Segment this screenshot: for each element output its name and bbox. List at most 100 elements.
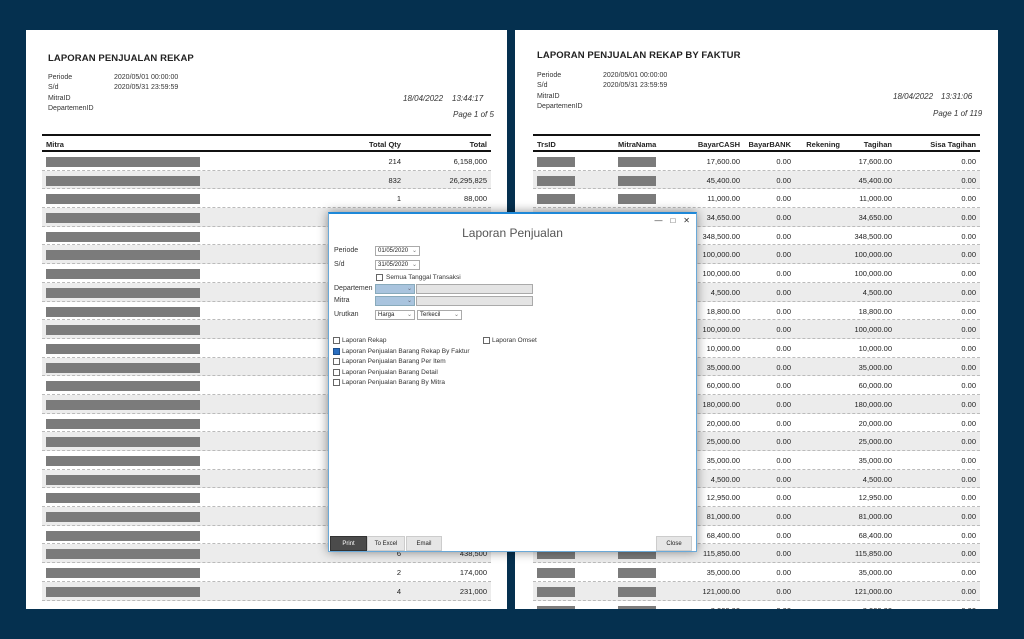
bayarbank-cell: 0.00 <box>776 287 791 297</box>
bayarcash-cell: 35,000.00 <box>706 568 740 578</box>
report-option-checkbox[interactable] <box>333 347 340 355</box>
sisa-tagihan-cell: 0.00 <box>961 418 976 428</box>
report-option-label: Laporan Penjualan Barang Rekap By Faktur <box>342 347 470 355</box>
tagihan-cell: 60,000.00 <box>858 381 892 391</box>
mitra-name-field <box>416 296 533 306</box>
total-qty-cell: 2 <box>396 568 401 578</box>
periode-label: Periode <box>334 247 359 254</box>
all-dates-checkbox[interactable] <box>376 274 383 281</box>
tagihan-cell: 45,400.00 <box>858 175 892 185</box>
sisa-tagihan-cell: 0.00 <box>961 586 976 596</box>
redacted-mitranama <box>618 605 656 609</box>
sisa-tagihan-cell: 0.00 <box>961 194 976 204</box>
meta-label: MitraID <box>537 93 560 100</box>
total-cell: 88,000 <box>464 194 487 204</box>
chevron-down-icon: ⌄ <box>453 312 459 318</box>
tagihan-cell: 100,000.00 <box>854 325 892 335</box>
tagihan-cell: 34,650.00 <box>858 213 892 223</box>
sisa-tagihan-cell: 0.00 <box>961 456 976 465</box>
redacted-mitranama <box>618 568 656 579</box>
redacted-trsid <box>537 194 575 205</box>
bayarbank-cell: 0.00 <box>776 325 791 335</box>
bayarcash-cell: 100,000.00 <box>702 325 740 335</box>
bayarcash-cell: 35,000.00 <box>706 456 740 465</box>
close-icon[interactable]: ✕ <box>683 216 690 225</box>
col-total: Total <box>469 140 487 149</box>
bayarcash-cell: 348,500.00 <box>702 231 740 241</box>
bayarcash-cell: 8,000.00 <box>711 606 740 610</box>
redacted-mitranama <box>618 194 656 205</box>
tagihan-cell: 115,850.00 <box>855 549 892 559</box>
redacted-mitra-name <box>46 418 200 429</box>
bayarbank-cell: 0.00 <box>776 231 791 241</box>
tagihan-cell: 17,600.00 <box>858 157 892 166</box>
redacted-mitra-name <box>46 362 200 373</box>
bayarbank-cell: 0.00 <box>776 250 791 260</box>
laporan-omset-checkbox[interactable] <box>483 337 490 344</box>
redacted-mitra-name <box>46 194 200 205</box>
bayarbank-cell: 0.00 <box>776 213 791 223</box>
minimize-icon[interactable]: — <box>654 216 662 225</box>
bayarbank-cell: 0.00 <box>776 343 791 353</box>
report-time: 13:44:17 <box>452 94 484 103</box>
bayarcash-cell: 12,950.00 <box>706 493 740 503</box>
tagihan-cell: 121,000.00 <box>854 586 892 596</box>
tagihan-cell: 35,000.00 <box>858 362 892 372</box>
order-value: Terkecil <box>420 312 441 318</box>
sisa-tagihan-cell: 0.00 <box>961 287 976 297</box>
sisa-tagihan-cell: 0.00 <box>961 325 976 335</box>
total-qty-cell: 1 <box>396 194 401 204</box>
tagihan-cell: 81,000.00 <box>858 512 892 522</box>
close-button[interactable]: Close <box>656 536 692 551</box>
bayarcash-cell: 68,400.00 <box>706 530 740 540</box>
bayarbank-cell: 0.00 <box>776 606 791 610</box>
all-dates-label: Semua Tanggal Transaksi <box>386 274 461 281</box>
print-button[interactable]: Print <box>330 536 367 551</box>
bayarcash-cell: 35,000.00 <box>706 362 740 372</box>
table-row: 45,400.00 0.00 45,400.00 0.00 <box>533 170 980 190</box>
redacted-mitra-name <box>46 157 200 167</box>
redacted-mitra-name <box>46 325 200 336</box>
tagihan-cell: 25,000.00 <box>858 437 892 447</box>
sisa-tagihan-cell: 0.00 <box>961 175 976 185</box>
tagihan-cell: 4,500.00 <box>862 287 892 297</box>
bayarbank-cell: 0.00 <box>776 399 791 409</box>
redacted-trsid <box>537 605 575 609</box>
bayarbank-cell: 0.00 <box>776 175 791 185</box>
report-date: 18/04/2022 <box>403 94 444 103</box>
departemen-select[interactable]: ⌄ <box>375 284 415 294</box>
sisa-tagihan-cell: 0.00 <box>961 269 976 279</box>
periode-date-picker[interactable]: 01/05/2020 ⌄ <box>375 246 420 256</box>
meta-label: Periode <box>48 74 73 81</box>
maximize-icon[interactable]: □ <box>670 216 675 225</box>
email-button[interactable]: Email <box>406 536 442 551</box>
bayarcash-cell: 81,000.00 <box>706 512 740 522</box>
bayarcash-cell: 100,000.00 <box>702 250 740 260</box>
table-row: 1 88,000 <box>42 189 491 209</box>
report-option-checkbox[interactable] <box>333 337 340 344</box>
order-select[interactable]: Terkecil ⌄ <box>417 310 462 320</box>
sisa-tagihan-cell: 0.00 <box>961 530 976 540</box>
redacted-mitra-name <box>46 381 200 392</box>
redacted-mitra-name <box>46 213 200 224</box>
redacted-trsid <box>537 586 575 597</box>
tagihan-cell: 12,950.00 <box>858 493 892 503</box>
tagihan-cell: 4,500.00 <box>862 474 892 484</box>
page-indicator: Page 1 of 5 <box>453 110 494 119</box>
mitra-select[interactable]: ⌄ <box>375 296 415 306</box>
urutkan-select[interactable]: Harga ⌄ <box>375 310 415 320</box>
bayarbank-cell: 0.00 <box>776 381 791 391</box>
sd-date-picker[interactable]: 31/05/2020 ⌄ <box>375 260 420 270</box>
report-option-checkbox[interactable] <box>333 358 340 365</box>
tagihan-cell: 68,400.00 <box>858 530 892 540</box>
tagihan-cell: 8,000.00 <box>863 606 892 610</box>
total-cell: 26,295,825 <box>449 175 487 185</box>
mitra-label: Mitra <box>334 297 350 304</box>
to-excel-button[interactable]: To Excel <box>367 536 405 551</box>
bayarcash-cell: 115,850.00 <box>703 549 740 559</box>
report-time: 13:31:06 <box>941 92 973 101</box>
report-option-checkbox[interactable] <box>333 368 340 376</box>
report-option-label: Laporan Rekap <box>342 337 387 344</box>
report-option-checkbox[interactable] <box>333 379 340 386</box>
bayarbank-cell: 0.00 <box>776 530 791 540</box>
